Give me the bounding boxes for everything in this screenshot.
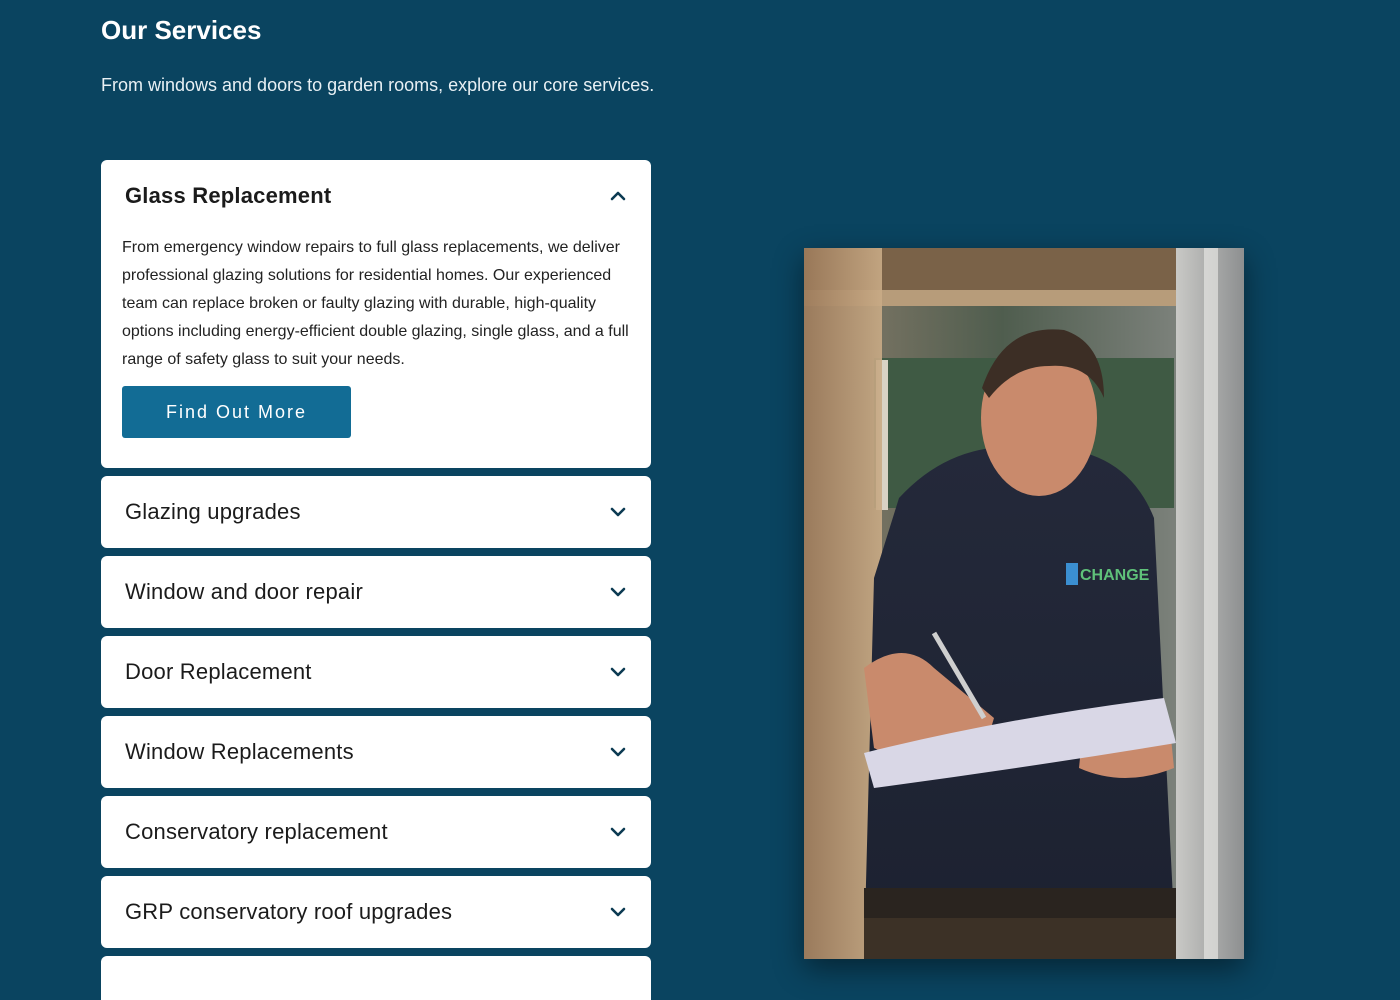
section-subtitle: From windows and doors to garden rooms, … — [101, 75, 655, 95]
chevron-down-icon[interactable] — [609, 503, 627, 521]
accordion-title: Door Replacement — [125, 659, 312, 684]
accordion-title: Glass Replacement — [125, 183, 332, 208]
accordion-title: Glazing upgrades — [125, 499, 301, 524]
accordion-header-window-door-repair[interactable]: Window and door repair — [101, 556, 651, 628]
accordion-item-grp-roof-upgrades: GRP conservatory roof upgrades — [101, 876, 651, 948]
accordion-header-conservatory-replacement[interactable]: Conservatory replacement — [101, 796, 651, 868]
accordion-title: Conservatory replacement — [125, 819, 388, 844]
services-accordion: Glass Replacement From emergency window … — [101, 160, 651, 1000]
accordion-item-glazing-upgrades: Glazing upgrades — [101, 476, 651, 548]
accordion-title: Window and door repair — [125, 579, 363, 604]
accordion-body-text: From emergency window repairs to full gl… — [122, 239, 629, 368]
chevron-down-icon[interactable] — [609, 583, 627, 601]
accordion-item-window-replacements: Window Replacements — [101, 716, 651, 788]
accordion-header-partial[interactable] — [101, 956, 651, 1000]
worker-photo: CHANGE — [804, 248, 1244, 959]
accordion-header-grp-roof-upgrades[interactable]: GRP conservatory roof upgrades — [101, 876, 651, 948]
accordion-header-window-replacements[interactable]: Window Replacements — [101, 716, 651, 788]
find-out-more-button[interactable]: Find Out More — [122, 386, 351, 438]
chevron-down-icon[interactable] — [609, 903, 627, 921]
accordion-header-glazing-upgrades[interactable]: Glazing upgrades — [101, 476, 651, 548]
accordion-item-window-door-repair: Window and door repair — [101, 556, 651, 628]
section-title: Our Services — [101, 15, 262, 45]
accordion-header-glass-replacement[interactable]: Glass Replacement — [101, 160, 651, 232]
chevron-down-icon[interactable] — [609, 663, 627, 681]
chevron-down-icon[interactable] — [609, 743, 627, 761]
accordion-item-partial — [101, 956, 651, 1000]
accordion-header-door-replacement[interactable]: Door Replacement — [101, 636, 651, 708]
accordion-item-glass-replacement: Glass Replacement From emergency window … — [101, 160, 651, 468]
accordion-item-conservatory-replacement: Conservatory replacement — [101, 796, 651, 868]
chevron-down-icon[interactable] — [609, 823, 627, 841]
accordion-item-door-replacement: Door Replacement — [101, 636, 651, 708]
accordion-body: From emergency window repairs to full gl… — [101, 232, 651, 468]
chevron-up-icon[interactable] — [609, 187, 627, 205]
accordion-title: GRP conservatory roof upgrades — [125, 899, 453, 924]
accordion-title: Window Replacements — [125, 739, 354, 764]
shirt-logo-text: CHANGE — [1080, 567, 1150, 584]
